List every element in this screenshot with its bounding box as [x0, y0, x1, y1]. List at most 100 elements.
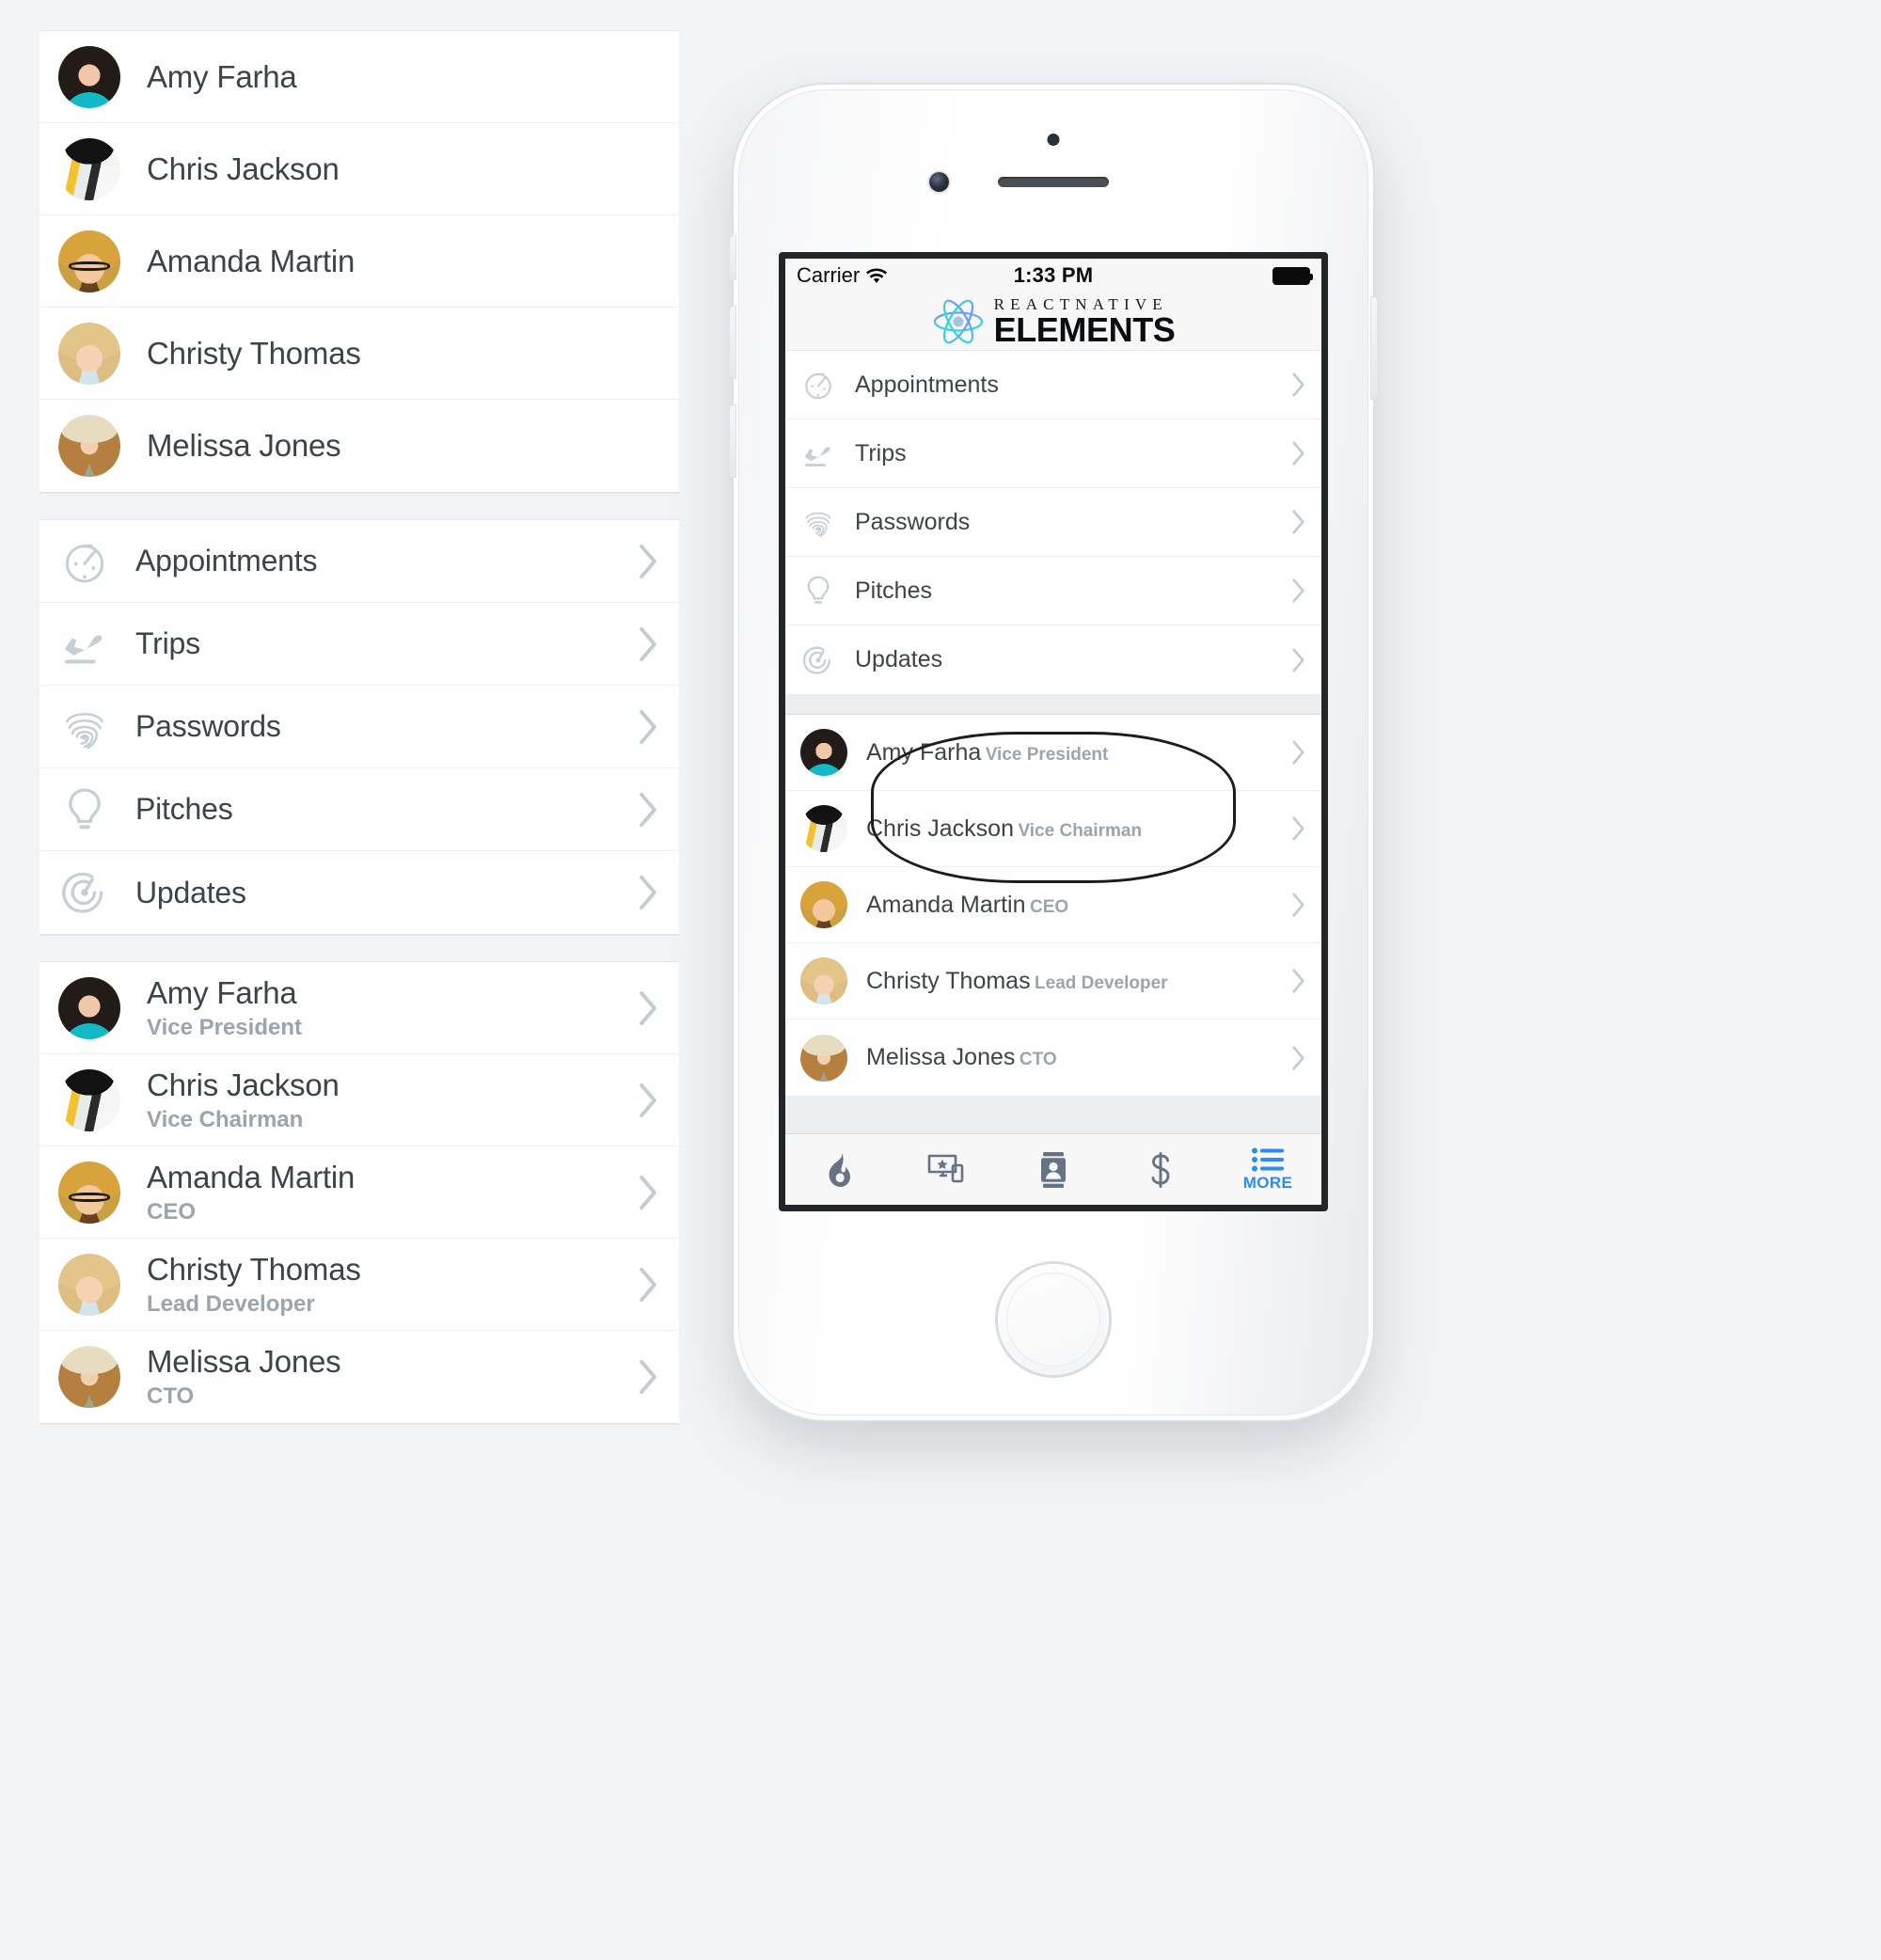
list-item[interactable]: Amy Farha Vice President: [40, 962, 679, 1054]
list-item[interactable]: Chris Jackson: [40, 123, 679, 215]
phone-list-item[interactable]: Amanda Martin CEO: [785, 867, 1321, 943]
menu-item-passwords[interactable]: Passwords: [40, 686, 679, 768]
avatar: [58, 45, 120, 108]
phone-menu-item-passwords[interactable]: Passwords: [785, 488, 1321, 557]
phone-list-item-title: Christy Thomas: [866, 967, 1031, 994]
screen-content: Appointments Trips Passwords Pitches Upd…: [785, 351, 1321, 1133]
iphone-mockup: Carrier 1:33 PM REACTNATIVE ELEMENTS App…: [729, 85, 1378, 1420]
phone-menu-item-updates[interactable]: Updates: [785, 625, 1321, 694]
phone-menu-item-label: Appointments: [855, 371, 999, 398]
radar-icon: [58, 866, 111, 919]
phone-list-item[interactable]: Christy Thomas Lead Developer: [785, 943, 1321, 1020]
list-item[interactable]: Amanda Martin: [40, 215, 679, 308]
list-item-text: Christy Thomas Lead Developer: [120, 1252, 634, 1318]
list-item[interactable]: Amy Farha: [40, 31, 679, 123]
avatar: [800, 729, 847, 776]
power-button[interactable]: [1370, 296, 1378, 400]
chevron-right-icon: [634, 705, 662, 749]
phone-menu-item-text: Appointments: [836, 371, 1288, 399]
list-item-subtitle: CTO: [147, 1383, 195, 1410]
stopwatch-icon: [800, 367, 836, 403]
stopwatch-icon: [58, 535, 111, 588]
chevron-right-icon: [1288, 576, 1308, 606]
app-header: REACTNATIVE ELEMENTS: [785, 292, 1321, 351]
phone-menu-item-appointments[interactable]: Appointments: [785, 351, 1321, 419]
list-item-text: Melissa Jones CTO: [120, 1344, 634, 1410]
volume-down-button[interactable]: [729, 404, 736, 478]
chevron-right-icon: [634, 1263, 662, 1306]
chevron-right-icon: [1288, 507, 1308, 537]
list-item[interactable]: Chris Jackson Vice Chairman: [40, 1054, 679, 1146]
avatar: [58, 229, 120, 292]
avatar: [800, 805, 847, 852]
chevron-right-icon: [1288, 645, 1308, 675]
menu-item-updates[interactable]: Updates: [40, 851, 679, 934]
list-item[interactable]: Christy Thomas Lead Developer: [40, 1239, 679, 1331]
list-item-title: Chris Jackson: [147, 1067, 340, 1102]
chevron-right-icon: [1288, 370, 1308, 400]
avatar: [58, 415, 120, 477]
status-bar: Carrier 1:33 PM: [785, 259, 1321, 292]
list-item[interactable]: Amanda Martin CEO: [40, 1146, 679, 1239]
menu-item-trips[interactable]: Trips: [40, 603, 679, 686]
chevron-right-icon: [1288, 737, 1308, 767]
chevron-right-icon: [1288, 438, 1308, 468]
phone-screen: Carrier 1:33 PM REACTNATIVE ELEMENTS App…: [779, 252, 1328, 1211]
radar-icon: [800, 642, 836, 678]
lightbulb-icon: [58, 783, 111, 836]
carrier-label: Carrier: [797, 263, 861, 287]
brand-main-label: ELEMENTS: [993, 309, 1176, 349]
phone-list-item-text: Amanda Martin CEO: [847, 892, 1288, 919]
tab-money[interactable]: [1107, 1134, 1214, 1205]
phone-menu-item-pitches[interactable]: Pitches: [785, 557, 1321, 625]
phone-list-item-subtitle: Lead Developer: [1035, 972, 1168, 993]
chevron-right-icon: [634, 540, 662, 583]
status-bar-right: [1272, 266, 1313, 285]
phone-contact-list: Amy Farha Vice President Chris Jackson V…: [785, 715, 1321, 1096]
phone-menu-item-text: Trips: [836, 440, 1288, 467]
list-item[interactable]: Melissa Jones: [40, 400, 679, 492]
tab-more-label: MORE: [1242, 1173, 1293, 1192]
mute-switch[interactable]: [729, 235, 736, 280]
list-item-text: Amy Farha Vice President: [120, 975, 634, 1041]
home-button[interactable]: [998, 1264, 1109, 1375]
menu-item-pitches[interactable]: Pitches: [40, 768, 679, 851]
battery-full-icon: [1272, 266, 1313, 285]
avatar: [800, 881, 847, 928]
avatar: [800, 1034, 847, 1082]
phone-list-item-title: Melissa Jones: [866, 1044, 1016, 1070]
list-item-text: Melissa Jones: [120, 428, 662, 464]
menu-item-text: Passwords: [111, 709, 634, 744]
contact-list-simple: Amy Farha Chris Jackson Amanda Martin Ch…: [40, 30, 679, 493]
phone-list-item[interactable]: Melissa Jones CTO: [785, 1020, 1321, 1096]
volume-up-button[interactable]: [729, 306, 736, 379]
tab-flame[interactable]: [785, 1134, 893, 1205]
fingerprint-icon: [800, 504, 836, 540]
chevron-right-icon: [634, 788, 662, 831]
airplane-takeoff-icon: [800, 435, 836, 471]
menu-item-appointments[interactable]: Appointments: [40, 520, 679, 603]
list-item-text: Christy Thomas: [120, 336, 662, 371]
list-item-title: Melissa Jones: [147, 1344, 341, 1380]
phone-menu-item-text: Pitches: [836, 577, 1288, 605]
list-item[interactable]: Christy Thomas: [40, 308, 679, 400]
proximity-sensor: [1047, 134, 1060, 146]
contact-list-detailed: Amy Farha Vice President Chris Jackson V…: [40, 961, 679, 1424]
tab-contacts[interactable]: [1000, 1134, 1107, 1205]
list-item-title: Amanda Martin: [147, 1159, 356, 1194]
airplane-takeoff-icon: [58, 618, 111, 671]
tab-devices[interactable]: [893, 1134, 1000, 1205]
avatar: [58, 1346, 120, 1408]
list-item-title: Christy Thomas: [147, 1251, 361, 1287]
chevron-right-icon: [1288, 966, 1308, 996]
tab-more[interactable]: MORE: [1214, 1134, 1321, 1205]
menu-item-label: Trips: [135, 626, 200, 661]
devices-star-icon: [927, 1153, 965, 1187]
menu-item-label: Pitches: [135, 792, 233, 827]
front-camera: [929, 172, 949, 192]
phone-menu-item-label: Pitches: [855, 577, 932, 604]
phone-menu-item-trips[interactable]: Trips: [785, 419, 1321, 488]
list-item[interactable]: Melissa Jones CTO: [40, 1331, 679, 1423]
